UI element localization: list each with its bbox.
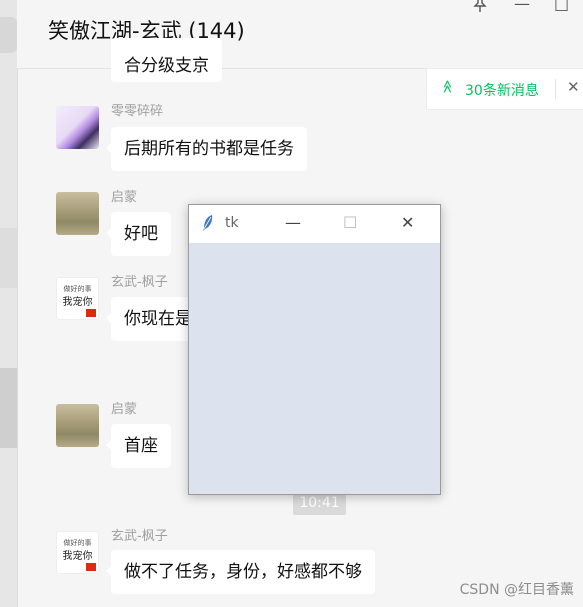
message-text: 合分级支京 xyxy=(124,56,209,76)
message-bubble[interactable]: 合分级支京 xyxy=(111,38,222,82)
double-chevron-up-icon: ≫ xyxy=(440,79,456,94)
message-text: 首座 xyxy=(124,436,158,456)
new-messages-notice[interactable]: ≫ 30条新消息 ✕ xyxy=(426,68,583,110)
sender-name: 玄武-枫子 xyxy=(111,529,168,544)
message-text: 做不了任务，身份，好感都不够 xyxy=(124,562,362,582)
chat-header: 笑傲江湖-玄武 (144) — □ xyxy=(17,0,583,69)
sender-name: 零零碎碎 xyxy=(111,104,164,119)
message-bubble[interactable]: 首座 xyxy=(106,424,171,468)
maximize-button[interactable]: □ xyxy=(554,0,569,13)
flag-icon xyxy=(86,309,96,317)
conversation-item-edge[interactable] xyxy=(0,17,17,53)
avatar-text-line: 我宠你 xyxy=(62,551,93,562)
sender-name: 玄武-枫子 xyxy=(111,275,168,290)
avatar[interactable]: 做好的事 我宠你 xyxy=(56,277,99,320)
message-bubble[interactable]: 做不了任务，身份，好感都不够 xyxy=(106,550,375,594)
conversation-list-edge xyxy=(0,0,18,607)
conversation-item-edge-selected[interactable] xyxy=(0,368,17,448)
avatar-text-line: 做好的事 xyxy=(63,285,92,293)
tk-titlebar[interactable]: tk — ☐ ✕ xyxy=(189,205,440,243)
watermark: CSDN @红目香薰 xyxy=(459,582,574,598)
tk-window[interactable]: tk — ☐ ✕ xyxy=(188,204,441,495)
avatar[interactable] xyxy=(56,404,99,447)
close-icon[interactable]: ✕ xyxy=(567,78,580,96)
avatar-text-line: 我宠你 xyxy=(62,297,93,308)
tk-minimize-button[interactable]: — xyxy=(285,213,301,232)
sender-name: 启蒙 xyxy=(111,190,138,205)
avatar-text-line: 做好的事 xyxy=(63,539,92,547)
avatar[interactable] xyxy=(56,192,99,235)
tk-maximize-button[interactable]: ☐ xyxy=(343,213,357,232)
message-bubble[interactable]: 后期所有的书都是任务 xyxy=(106,127,307,171)
sender-name: 启蒙 xyxy=(111,402,138,417)
message-text: 后期所有的书都是任务 xyxy=(124,139,294,159)
conversation-item-edge[interactable] xyxy=(0,228,17,288)
tk-title: tk xyxy=(225,215,239,231)
flag-icon xyxy=(86,563,96,571)
message-bubble[interactable]: 好吧 xyxy=(106,212,171,256)
pin-icon[interactable] xyxy=(473,0,487,12)
message-text: 你现在是 xyxy=(124,309,192,329)
avatar[interactable] xyxy=(56,106,99,149)
tk-close-button[interactable]: ✕ xyxy=(401,213,414,232)
new-messages-text[interactable]: 30条新消息 xyxy=(465,80,539,100)
message-text: 好吧 xyxy=(124,224,158,244)
timestamp: 10:41 xyxy=(293,492,346,515)
tk-client-area[interactable] xyxy=(189,243,440,494)
minimize-button[interactable]: — xyxy=(514,0,530,13)
divider xyxy=(555,79,556,99)
feather-icon xyxy=(203,215,213,231)
avatar[interactable]: 做好的事 我宠你 xyxy=(56,531,99,574)
